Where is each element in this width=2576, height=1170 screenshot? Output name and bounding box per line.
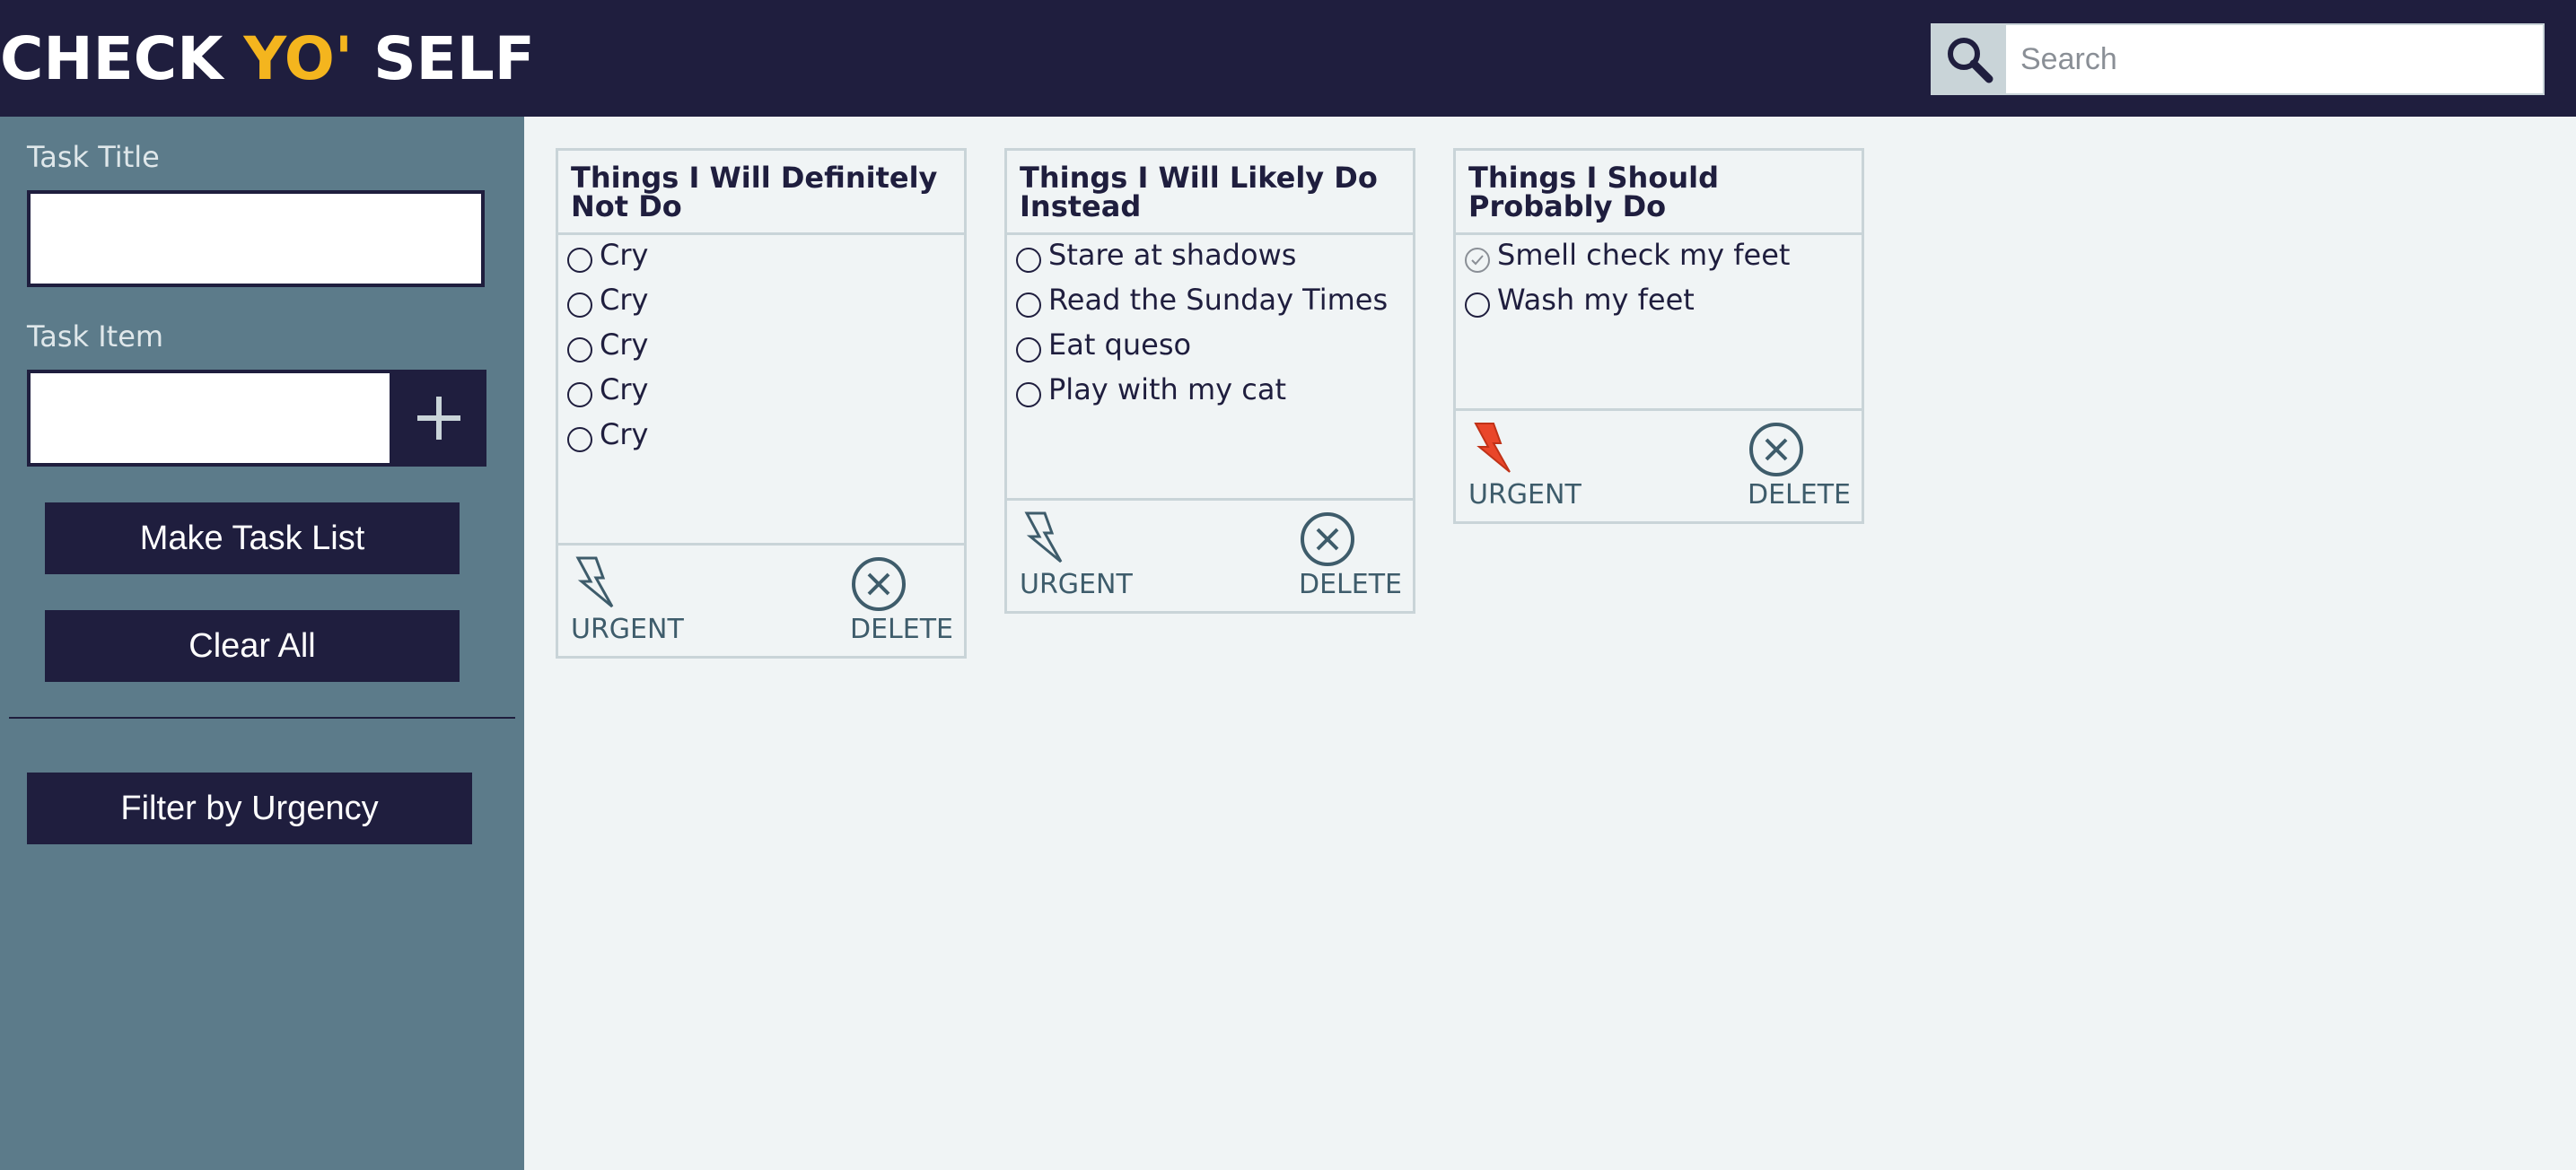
card-task-list: Cry Cry Cry Cry Cry — [558, 235, 964, 543]
add-task-item-button[interactable] — [391, 370, 486, 467]
task-text: Smell check my feet — [1497, 238, 1791, 272]
checkbox-icon[interactable] — [567, 382, 592, 407]
logo-word-check: CHECK — [0, 24, 244, 93]
checkmark-icon — [1471, 255, 1484, 266]
card-footer: URGENT DELETE — [1007, 498, 1413, 611]
checkbox-icon[interactable] — [567, 427, 592, 452]
task-item: Stare at shadows — [1016, 235, 1404, 280]
task-item: Play with my cat — [1016, 370, 1404, 415]
delete-x-icon[interactable] — [1748, 422, 1804, 477]
card-task-list: Smell check my feet Wash my feet — [1456, 235, 1862, 408]
delete-label[interactable]: DELETE — [850, 614, 953, 645]
card-title: Things I Will Definitely Not Do — [558, 151, 964, 235]
sidebar-divider — [9, 717, 515, 719]
search-button[interactable] — [1932, 25, 2006, 93]
task-text: Stare at shadows — [1048, 238, 1297, 272]
clear-all-button[interactable]: Clear All — [45, 610, 460, 682]
lightning-icon-active[interactable] — [1470, 422, 1515, 476]
urgent-label[interactable]: URGENT — [571, 614, 684, 645]
task-text: Wash my feet — [1497, 283, 1695, 317]
task-card: Things I Will Likely Do Instead Stare at… — [1004, 148, 1415, 614]
delete-x-icon[interactable] — [1300, 511, 1355, 567]
task-card: Things I Will Definitely Not Do Cry Cry … — [556, 148, 967, 659]
task-text: Cry — [600, 327, 649, 362]
search-input[interactable] — [2006, 25, 2543, 93]
sidebar: Task Title Task Item Make Task List Clea… — [0, 117, 524, 1170]
card-task-list: Stare at shadows Read the Sunday Times E… — [1007, 235, 1413, 498]
task-item: Cry — [567, 415, 955, 459]
task-item: Eat queso — [1016, 325, 1404, 370]
task-title-label: Task Title — [27, 140, 160, 174]
delete-label[interactable]: DELETE — [1299, 569, 1402, 600]
plus-icon — [417, 397, 460, 440]
task-text: Cry — [600, 372, 649, 406]
app-logo: CHECK YO' SELF — [0, 23, 535, 95]
checkbox-icon[interactable] — [567, 337, 592, 362]
checkbox-icon[interactable] — [567, 248, 592, 273]
checkbox-icon[interactable] — [567, 292, 592, 318]
checkbox-icon[interactable] — [1465, 292, 1490, 318]
app-header: CHECK YO' SELF — [0, 0, 2576, 117]
urgent-label[interactable]: URGENT — [1468, 479, 1582, 511]
search-bar — [1931, 23, 2545, 95]
task-card: Things I Should Probably Do Smell check … — [1453, 148, 1864, 524]
task-item: Cry — [567, 370, 955, 415]
task-text: Read the Sunday Times — [1048, 283, 1389, 317]
logo-word-self: SELF — [353, 24, 535, 93]
card-title: Things I Should Probably Do — [1456, 151, 1862, 235]
task-text: Cry — [600, 417, 649, 451]
delete-x-icon[interactable] — [851, 556, 907, 612]
task-text: Cry — [600, 238, 649, 272]
lightning-icon[interactable] — [1021, 511, 1066, 565]
lightning-icon[interactable] — [573, 556, 618, 610]
urgent-label[interactable]: URGENT — [1020, 569, 1133, 600]
card-title: Things I Will Likely Do Instead — [1007, 151, 1413, 235]
task-item-input[interactable] — [27, 370, 393, 467]
task-item: Cry — [567, 325, 955, 370]
task-item-label: Task Item — [27, 319, 164, 354]
checkbox-icon[interactable] — [1016, 337, 1041, 362]
logo-word-yo: YO' — [243, 24, 354, 93]
task-item: Cry — [567, 280, 955, 325]
task-text: Cry — [600, 283, 649, 317]
magnifier-icon — [1948, 38, 1993, 83]
delete-label[interactable]: DELETE — [1748, 479, 1851, 511]
task-item: Read the Sunday Times — [1016, 280, 1404, 325]
task-text: Eat queso — [1048, 327, 1192, 362]
task-item: Cry — [567, 235, 955, 280]
checkbox-icon[interactable] — [1016, 292, 1041, 318]
card-footer: URGENT DELETE — [558, 543, 964, 656]
task-title-input[interactable] — [27, 190, 485, 287]
checkbox-icon[interactable] — [1016, 248, 1041, 273]
make-task-list-button[interactable]: Make Task List — [45, 502, 460, 574]
checkbox-icon[interactable] — [1016, 382, 1041, 407]
filter-by-urgency-button[interactable]: Filter by Urgency — [27, 773, 472, 844]
task-item: Smell check my feet — [1465, 235, 1853, 280]
checked-checkbox-icon[interactable] — [1465, 248, 1490, 273]
card-footer: URGENT DELETE — [1456, 408, 1862, 521]
task-item: Wash my feet — [1465, 280, 1853, 325]
task-text: Play with my cat — [1048, 372, 1286, 406]
